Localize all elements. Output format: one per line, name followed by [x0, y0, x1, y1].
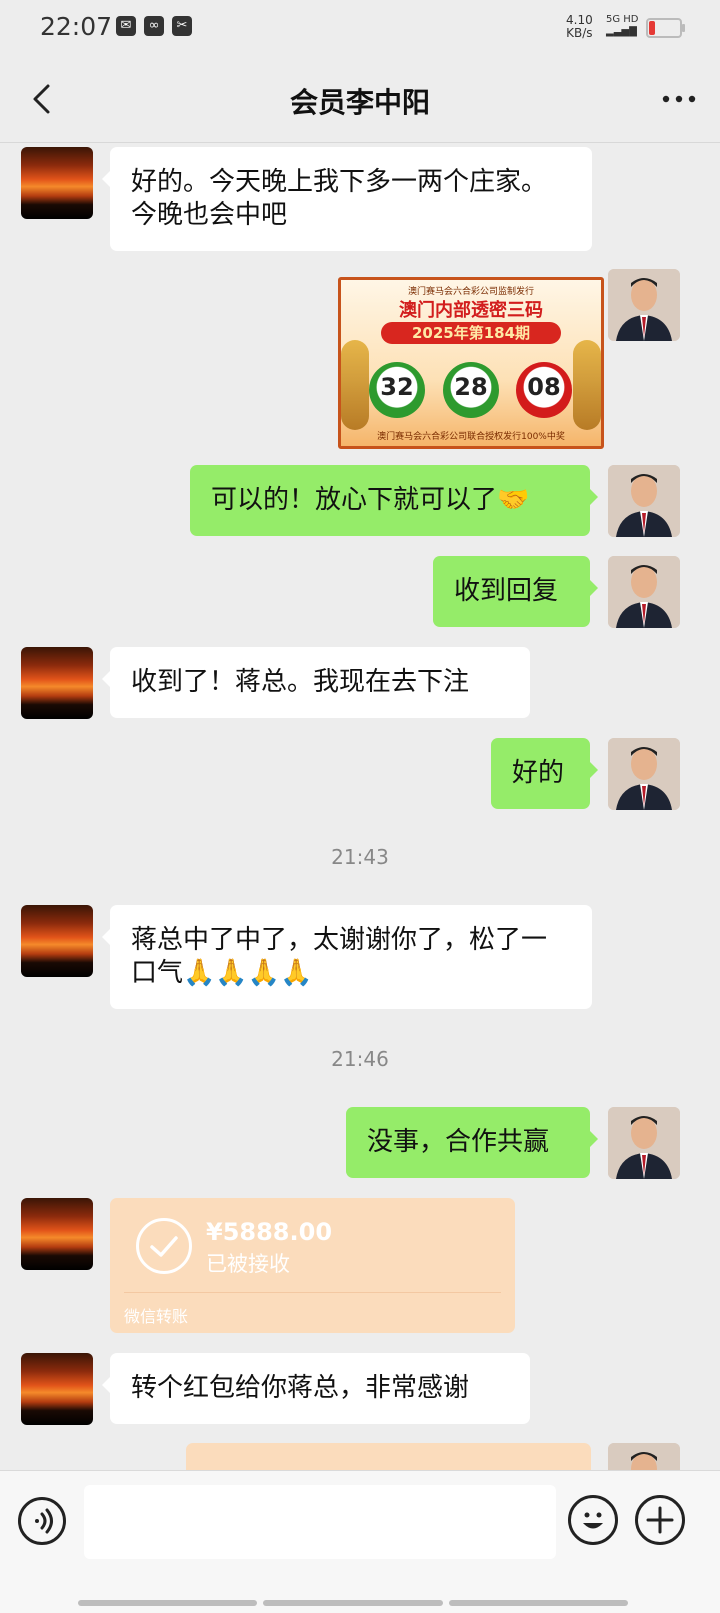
message-input[interactable]: [84, 1485, 556, 1559]
lottery-ball: 28: [443, 362, 499, 418]
transfer-status: 已被接收: [206, 1252, 290, 1276]
network-speed: 4.10 KB/s: [566, 14, 593, 40]
chat-title: 会员李中阳: [289, 86, 430, 119]
check-icon: [136, 1218, 192, 1274]
message-bubble-incoming[interactable]: 收到了！蒋总。我现在去下注: [102, 647, 530, 718]
message-bubble-outgoing[interactable]: 没事，合作共赢: [346, 1107, 598, 1178]
message-bubble-outgoing[interactable]: 可以的！放心下就可以了🤝: [190, 465, 598, 536]
lottery-issue: 2025年第184期: [381, 322, 561, 344]
input-bar: [0, 1470, 720, 1613]
transfer-amount: ¥5888.00: [206, 1218, 333, 1246]
contact-avatar[interactable]: [21, 647, 93, 719]
signal-icon: 5G HD ▂▃▅▇: [606, 14, 639, 37]
message-bubble-incoming[interactable]: 蒋总中了中了，太谢谢你了，松了一口气🙏🙏🙏🙏: [102, 905, 592, 1009]
message-bubble-incoming[interactable]: 转个红包给你蒋总，非常感谢: [102, 1353, 530, 1424]
lottery-ball: 32: [369, 362, 425, 418]
contact-avatar[interactable]: [21, 147, 93, 219]
my-avatar[interactable]: [608, 465, 680, 537]
battery-icon: [646, 18, 685, 38]
gesture-bar: [78, 1600, 628, 1606]
lottery-ball: 08: [516, 362, 572, 418]
contact-avatar[interactable]: [21, 1353, 93, 1425]
divider: [124, 1292, 501, 1293]
plus-icon[interactable]: [635, 1495, 685, 1545]
time-separator: 21:43: [331, 845, 389, 869]
chat-header: 会员李中阳: [0, 56, 720, 143]
time-separator: 21:46: [331, 1047, 389, 1071]
network-type: 5G HD: [606, 14, 639, 25]
message-bubble-outgoing[interactable]: 收到回复: [433, 556, 598, 627]
lottery-headline: 澳门内部透密三码: [399, 300, 543, 321]
my-avatar[interactable]: [608, 556, 680, 628]
status-bar: 22:07 ✉ ∞ ✂ 4.10 KB/s 5G HD ▂▃▅▇: [0, 0, 720, 56]
speed-unit: KB/s: [566, 26, 593, 40]
status-time: 22:07: [40, 12, 113, 41]
transfer-label: 微信转账: [124, 1307, 189, 1326]
message-bubble-incoming[interactable]: 好的。今天晚上我下多一两个庄家。今晚也会中吧: [102, 147, 592, 251]
my-avatar[interactable]: [608, 269, 680, 341]
transfer-card[interactable]: ¥5888.00 已被接收 微信转账: [110, 1198, 515, 1333]
message-bubble-outgoing[interactable]: 好的: [491, 738, 598, 809]
voice-icon[interactable]: [18, 1497, 66, 1545]
lottery-footer: 澳门赛马会六合彩公司联合授权发行100%中奖: [377, 432, 565, 442]
my-avatar[interactable]: [608, 738, 680, 810]
contact-avatar[interactable]: [21, 905, 93, 977]
capcut-icon: ✂: [172, 16, 192, 36]
chat-area[interactable]: 好的。今天晚上我下多一两个庄家。今晚也会中吧 澳门赛马会六合彩公司监制发行 澳门…: [0, 143, 720, 1513]
my-avatar[interactable]: [608, 1107, 680, 1179]
emoji-icon[interactable]: [568, 1495, 618, 1545]
link-icon: ∞: [144, 16, 164, 36]
contact-avatar[interactable]: [21, 1198, 93, 1270]
lottery-image[interactable]: 澳门赛马会六合彩公司监制发行 澳门内部透密三码 2025年第184期 32 28…: [338, 277, 604, 449]
mail-icon: ✉: [116, 16, 136, 36]
more-dots-icon[interactable]: [654, 74, 704, 124]
